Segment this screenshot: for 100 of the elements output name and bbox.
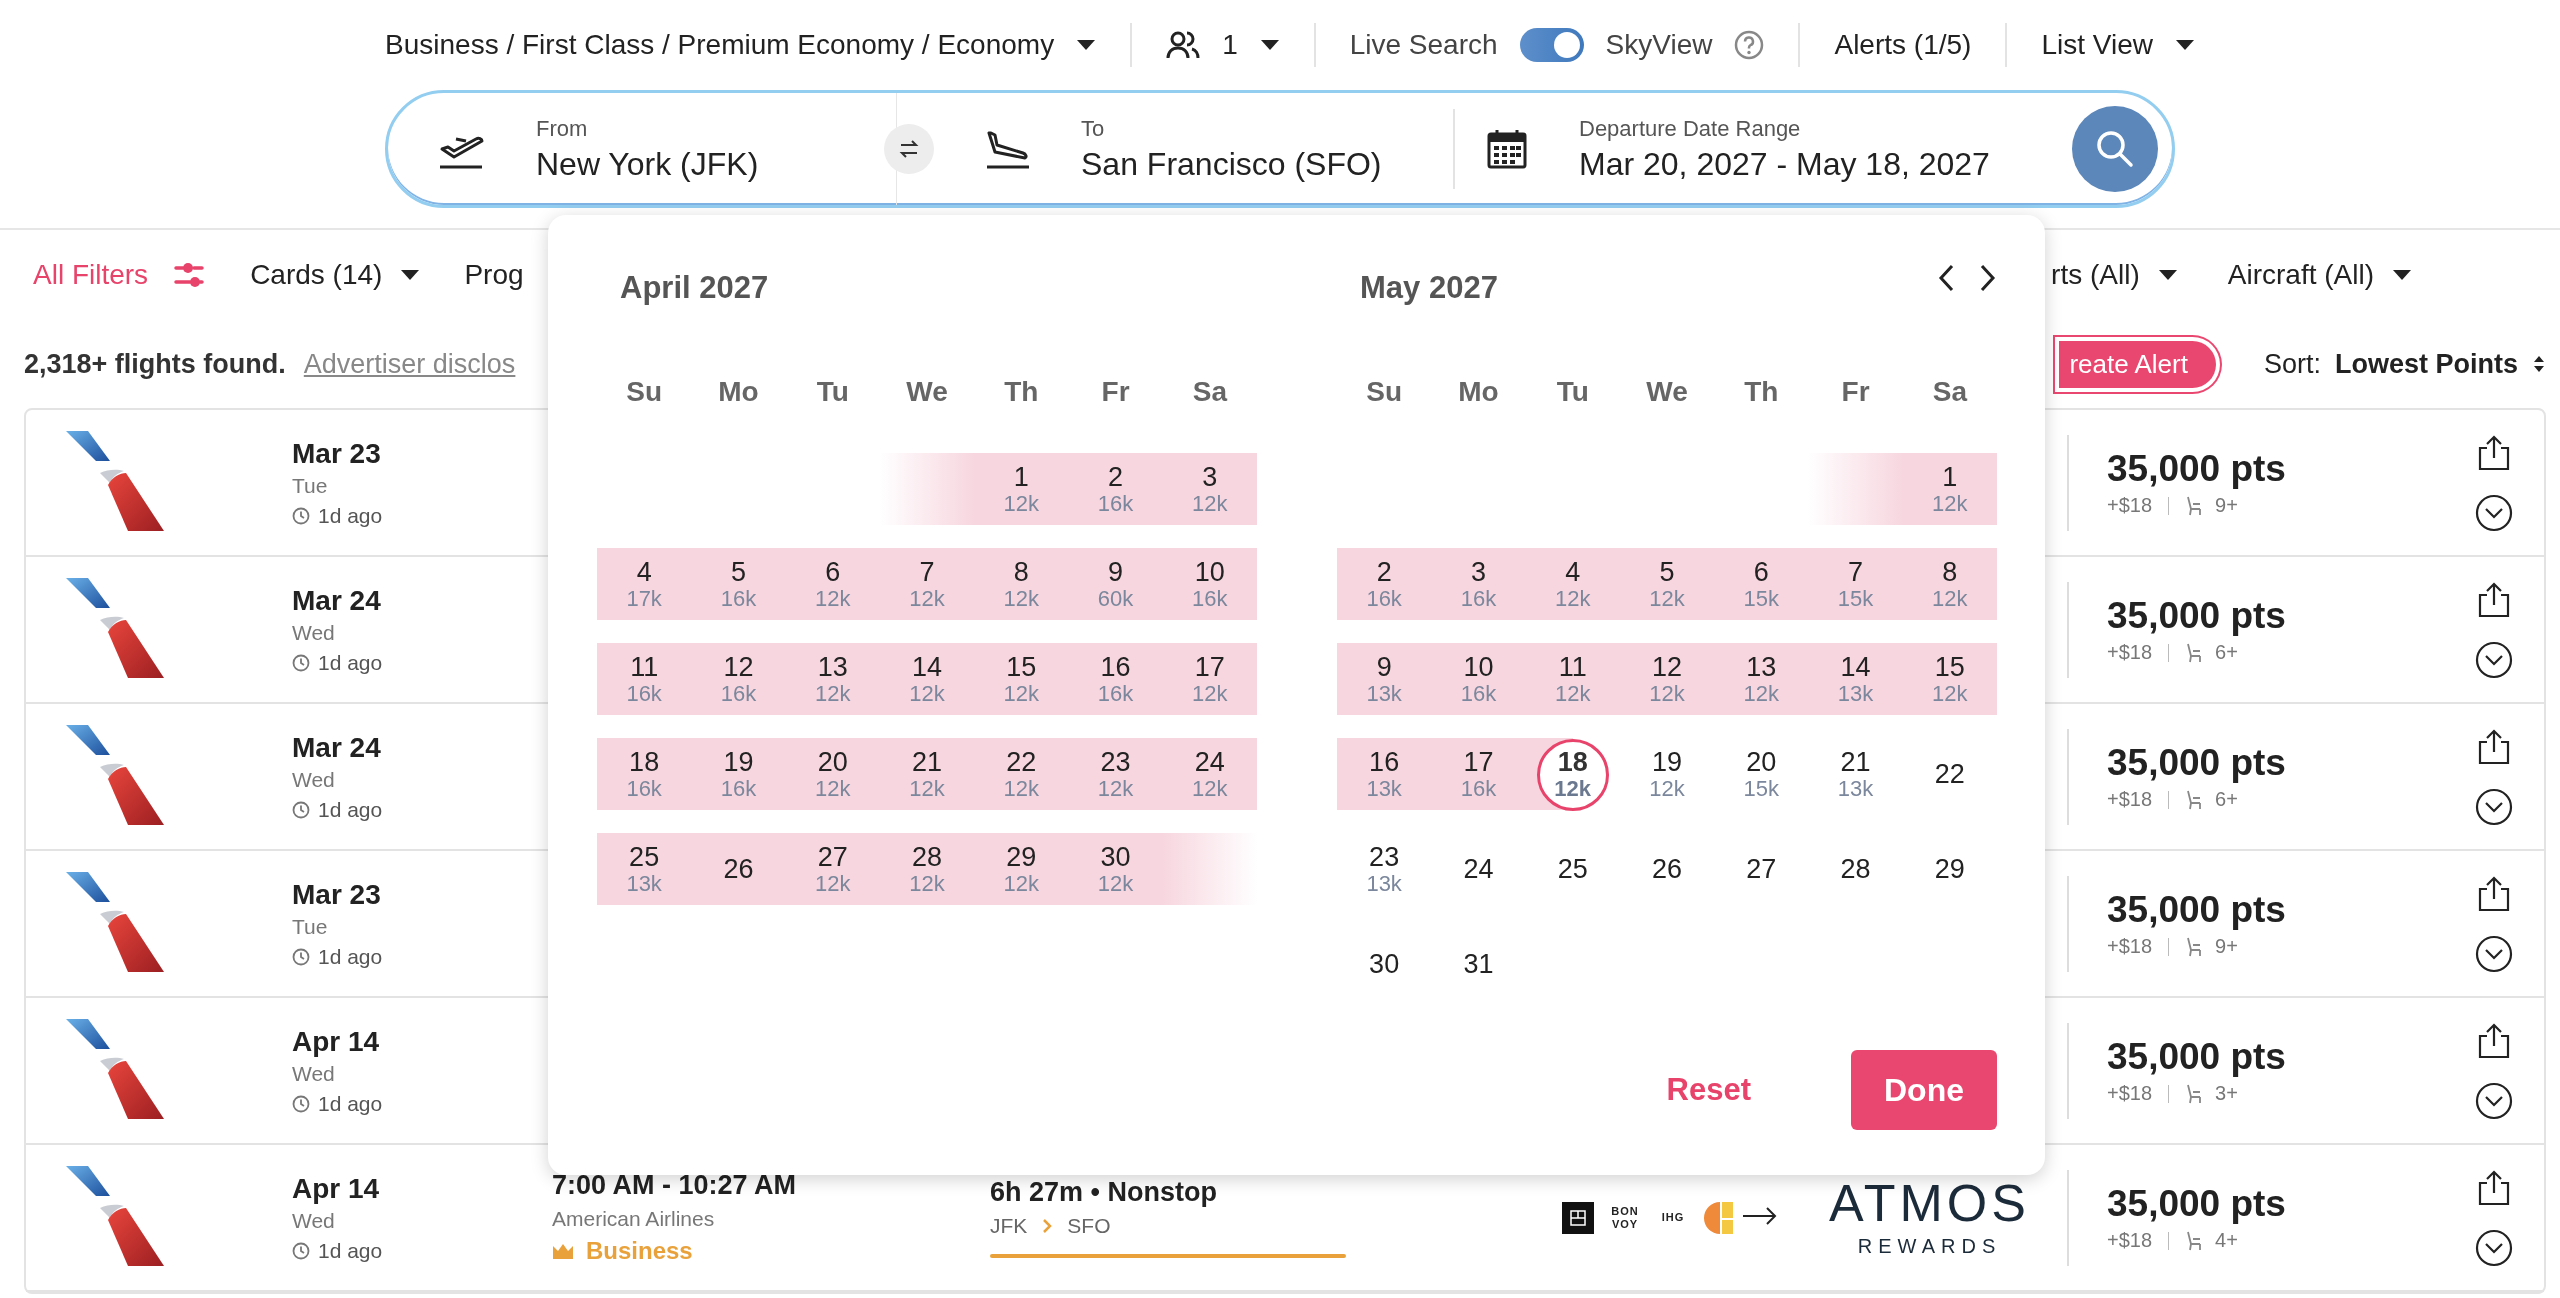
flight-date: Mar 24 (292, 584, 382, 617)
expand-button[interactable] (2475, 493, 2513, 532)
filter-dropdown[interactable]: Cards (14) (250, 259, 421, 291)
partner-wordmark: IHG (1660, 1211, 1686, 1224)
cabin-class: Business (586, 1237, 693, 1265)
flight-weekday: Tue (292, 473, 329, 498)
crown-icon (552, 1243, 574, 1259)
expand-button[interactable] (2475, 1228, 2513, 1267)
seats-available: 4+ (2215, 1229, 2238, 1252)
airline-name: American Airlines (552, 1207, 716, 1231)
weekday-label: Tu (815, 376, 850, 408)
weekday-label: Sa (1931, 376, 1969, 408)
previous-month-button[interactable] (1937, 264, 1955, 292)
help-icon (1734, 30, 1765, 60)
weekday-label: Mo (1457, 376, 1500, 408)
calendar-day[interactable]: 23 13k (1348, 833, 1421, 906)
calendar-day[interactable]: 24 (1442, 833, 1515, 906)
share-button[interactable] (2477, 433, 2511, 472)
live-search-toggle[interactable] (1519, 28, 1584, 62)
caret-icon (2157, 269, 2178, 281)
weekday-label: Th (1003, 376, 1040, 408)
filter-dropdown[interactable]: Aircraft (All) (2227, 259, 2412, 291)
chevron-right-icon (1979, 264, 1997, 292)
all-filters-button[interactable]: All Filters (33, 259, 207, 291)
chevron-down-circle-icon (2475, 787, 2513, 826)
people-icon (1166, 30, 1201, 60)
updated-age: 1d ago (318, 650, 383, 675)
share-button[interactable] (2477, 874, 2511, 913)
share-button[interactable] (2477, 580, 2511, 619)
taxes-fee: +$18 (2107, 788, 2153, 811)
share-button[interactable] (2477, 1021, 2511, 1060)
view-dropdown[interactable]: List View (2041, 29, 2195, 61)
chevron-down-circle-icon (2475, 493, 2513, 532)
expand-button[interactable] (2475, 934, 2513, 973)
clock-icon (292, 947, 310, 966)
share-icon (2477, 1168, 2511, 1207)
calendar-day[interactable]: 22 (1913, 738, 1986, 811)
calendar-day[interactable]: 31 (1442, 928, 1515, 1001)
share-icon (2477, 874, 2511, 913)
calendar-day[interactable]: 29 (1913, 833, 1986, 906)
search-button[interactable] (2072, 106, 2158, 192)
seats-available: 6+ (2215, 641, 2238, 664)
filter-dropdown[interactable]: rts (All) (2051, 259, 2178, 291)
flight-weekday: Wed (292, 767, 336, 792)
calendar-day[interactable]: 26 (1631, 833, 1703, 906)
calendar-day[interactable]: 20 15k (1725, 738, 1798, 811)
share-icon (2477, 433, 2511, 472)
calendar-day[interactable]: 30 (1348, 928, 1421, 1001)
points-price: 35,000 pts (2107, 1036, 2287, 1078)
weekday-label: We (905, 376, 949, 408)
weekday-label: Sa (1191, 376, 1229, 408)
points-price: 35,000 pts (2107, 742, 2287, 784)
destination-field[interactable]: To San Francisco (SFO) (1081, 115, 1382, 183)
month-title: April 2027 (619, 270, 769, 306)
next-month-button[interactable] (1979, 264, 1997, 292)
seats-available: 6+ (2215, 788, 2238, 811)
share-button[interactable] (2477, 727, 2511, 766)
caret-icon (1259, 39, 1280, 51)
taxes-fee: +$18 (2107, 494, 2153, 517)
share-button[interactable] (2477, 1168, 2511, 1207)
calendar-day[interactable]: 28 (1819, 833, 1892, 906)
expand-button[interactable] (2475, 787, 2513, 826)
seats-available: 9+ (2215, 935, 2238, 958)
clock-icon (292, 1241, 310, 1260)
swap-button[interactable] (884, 124, 934, 174)
origin-field[interactable]: From New York (JFK) (536, 115, 759, 183)
alerts-button[interactable]: Alerts (1/5) (1834, 29, 1972, 61)
passenger-dropdown[interactable]: 1 (1166, 29, 1280, 61)
filter-dropdown[interactable]: Prog (464, 259, 524, 291)
date-range-field[interactable]: Departure Date Range Mar 20, 2027 - May 18, 2027 (1579, 115, 1990, 183)
cabin-dropdown[interactable]: Business / First Class / Premium Economy / Economy (385, 29, 1097, 61)
advertiser-disclosure-link[interactable]: Advertiser disclos (303, 348, 516, 380)
calendar-day[interactable]: 18 12k (1536, 738, 1609, 811)
program-name: ATMOS (1827, 1177, 2031, 1229)
reset-button[interactable]: Reset (1666, 1072, 1751, 1108)
partner-wordmark: BON VOY (1610, 1205, 1640, 1230)
share-icon (2477, 727, 2511, 766)
destination-code: SFO (1067, 1214, 1111, 1238)
expand-button[interactable] (2475, 1081, 2513, 1120)
done-button[interactable]: Done (1851, 1050, 1997, 1130)
expand-button[interactable] (2475, 640, 2513, 679)
flight-weekday: Tue (292, 914, 329, 939)
clock-icon (292, 800, 310, 819)
calendar-day[interactable]: 21 13k (1819, 738, 1892, 811)
calendar-day[interactable]: 19 12k (1631, 738, 1703, 811)
seats-available: 9+ (2215, 494, 2238, 517)
swap-icon (898, 138, 920, 160)
weekday-label: We (1645, 376, 1689, 408)
sort-dropdown[interactable]: Sort: Lowest Points (2263, 348, 2546, 380)
chevron-down-circle-icon (2475, 640, 2513, 679)
updated-age: 1d ago (318, 503, 383, 528)
caret-icon (2174, 39, 2195, 51)
calendar-day[interactable]: 25 (1536, 833, 1609, 906)
flight-date: Mar 23 (292, 878, 382, 911)
calendar-day[interactable]: 27 (1725, 833, 1798, 906)
share-icon (2477, 1021, 2511, 1060)
chevron-down-circle-icon (2475, 1228, 2513, 1267)
weekday-label: Fr (1840, 376, 1871, 408)
updated-age: 1d ago (318, 797, 383, 822)
taxes-fee: +$18 (2107, 935, 2153, 958)
